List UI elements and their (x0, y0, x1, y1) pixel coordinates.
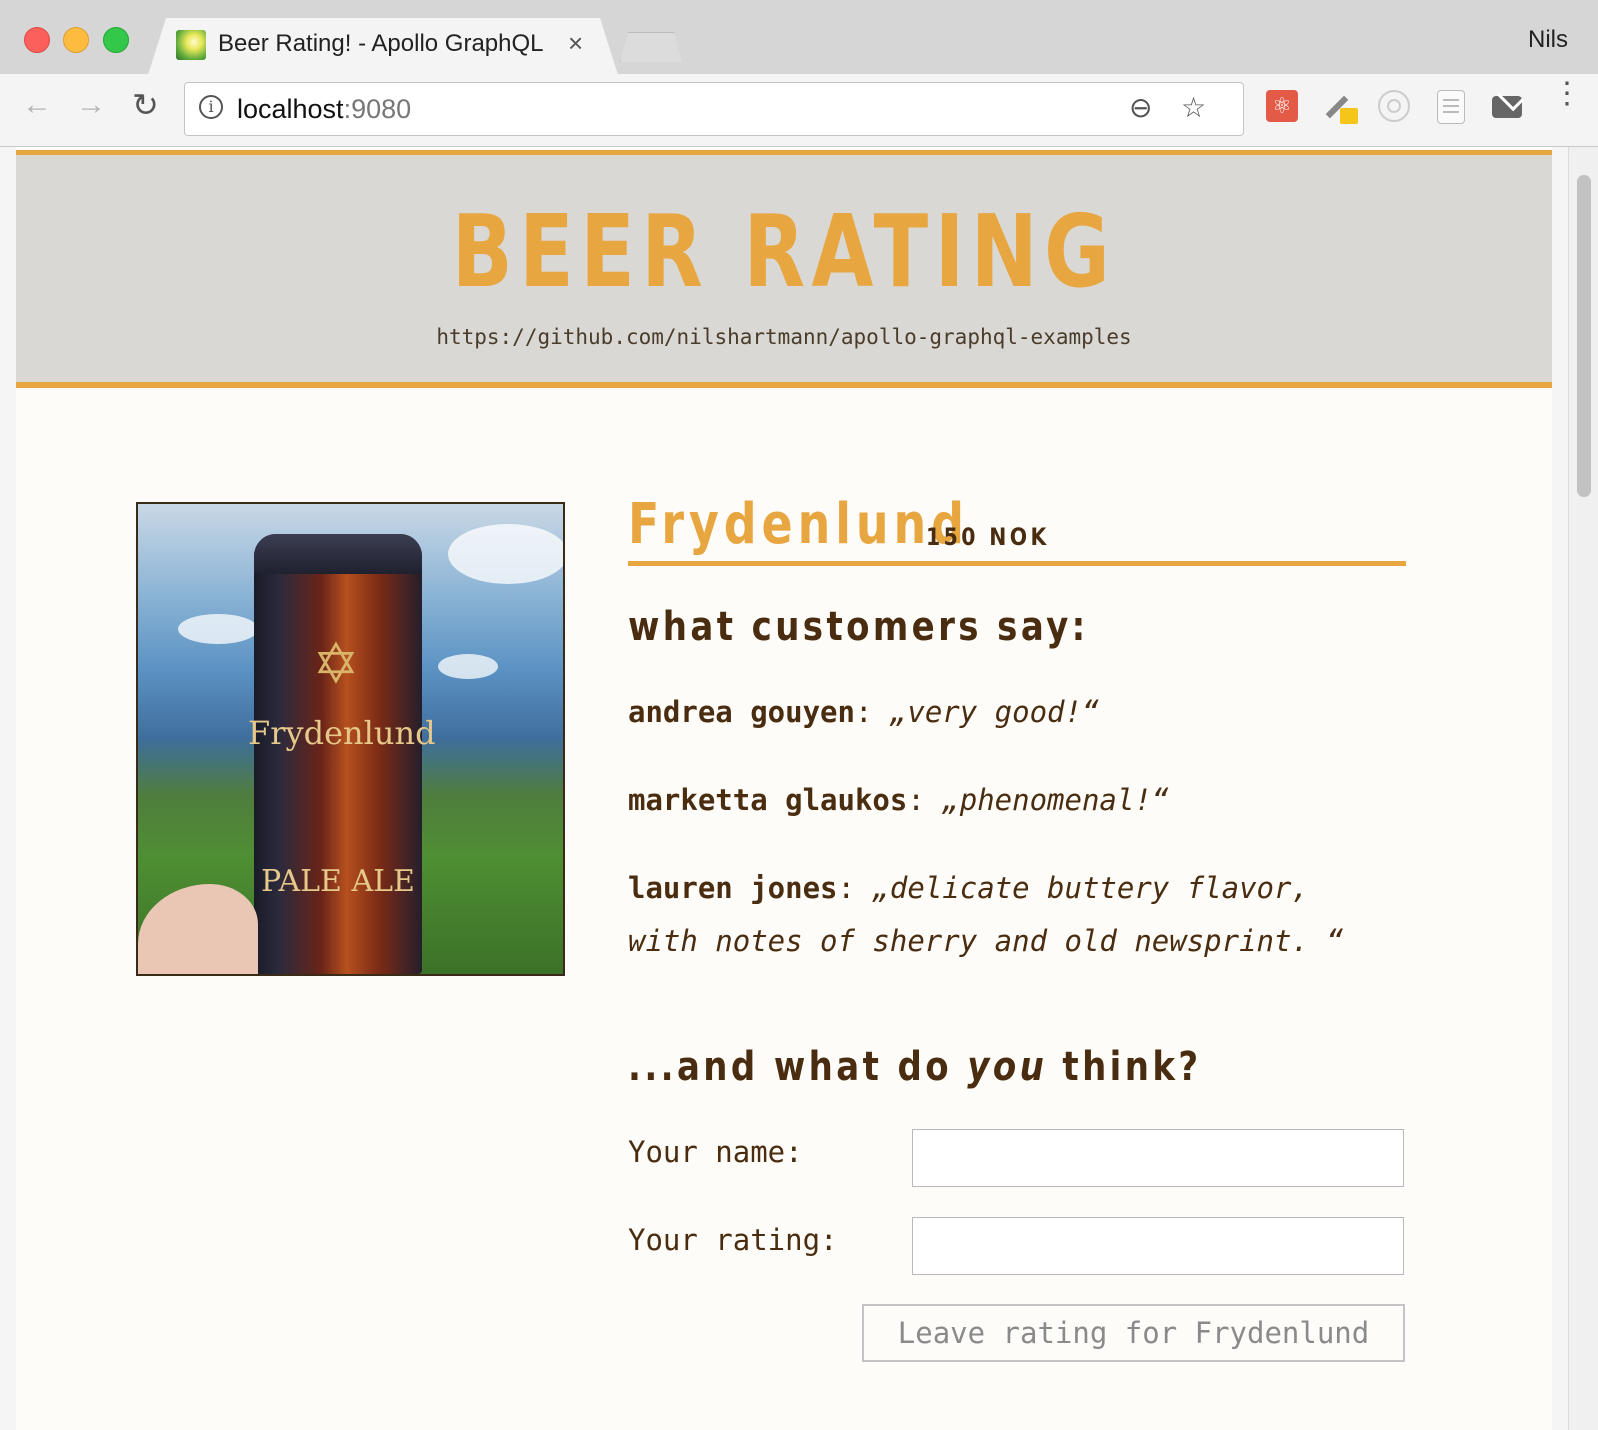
can-style-text: PALE ALE (261, 864, 415, 899)
browser-tab-active[interactable]: Beer Rating! - Apollo GraphQL × (148, 18, 618, 75)
tab-title: Beer Rating! - Apollo GraphQL (218, 30, 544, 57)
scrollbar-thumb[interactable] (1577, 175, 1591, 497)
rating-separator: : (837, 871, 873, 905)
bookmark-star-icon[interactable]: ☆ (1181, 91, 1206, 124)
zoom-icon[interactable]: ⊖ (1129, 91, 1152, 124)
form-heading: ...and what do you think? (628, 1044, 1201, 1090)
page-content: BEER RATING https://github.com/nilshartm… (16, 147, 1552, 1430)
favicon-icon (176, 30, 206, 60)
beer-can: ✡ Frydenlund PALE ALE (248, 534, 436, 974)
hand (138, 884, 258, 974)
browser-toolbar: ← → ↻ i localhost:9080 ⊖ ☆ ⚛ ⋮ (0, 74, 1598, 147)
react-devtools-icon[interactable]: ⚛ (1266, 90, 1298, 122)
title-divider (628, 561, 1406, 566)
site-info-icon[interactable]: i (199, 95, 223, 119)
notes-icon[interactable] (1437, 90, 1465, 124)
name-label: Your name: (628, 1135, 803, 1169)
rating-author: andrea gouyen (628, 695, 855, 729)
beer-price: 150 NOK (926, 523, 1050, 551)
url-host: localhost (237, 94, 344, 124)
profile-name[interactable]: Nils (1528, 26, 1568, 54)
vertical-scrollbar[interactable] (1568, 147, 1598, 1430)
can-emblem-icon: ✡ (312, 632, 360, 695)
photo-cloud (448, 524, 563, 584)
new-tab-button[interactable] (620, 32, 682, 62)
close-window-button[interactable] (24, 27, 50, 53)
ratings-heading: what customers say: (628, 604, 1089, 650)
rating-input[interactable] (912, 1217, 1404, 1275)
browser-titlebar: Beer Rating! - Apollo GraphQL × Nils (0, 0, 1598, 75)
beer-photo: ✡ Frydenlund PALE ALE (136, 502, 565, 976)
forward-arrow-icon[interactable]: → (76, 88, 106, 122)
rating-comment: „very good!“ (889, 695, 1100, 729)
form-heading-prefix: ...and what do (628, 1044, 968, 1090)
rating-item: andrea gouyen: „very good!“ (628, 686, 1388, 739)
rating-item: lauren jones: „delicate buttery flavor, … (628, 862, 1388, 968)
reload-icon[interactable]: ↻ (132, 86, 159, 124)
minimize-window-button[interactable] (63, 27, 89, 53)
back-arrow-icon[interactable]: ← (22, 88, 52, 122)
url-port: :9080 (343, 94, 412, 124)
rating-author: marketta glaukos (628, 783, 908, 817)
beer-name: Frydenlund (628, 492, 969, 557)
mail-icon[interactable] (1492, 96, 1522, 118)
leave-rating-button[interactable]: Leave rating for Frydenlund (862, 1304, 1405, 1362)
repo-link[interactable]: https://github.com/nilshartmann/apollo-g… (16, 325, 1552, 349)
maximize-window-button[interactable] (103, 27, 129, 53)
rating-label: Your rating: (628, 1223, 838, 1257)
target-icon[interactable] (1378, 90, 1410, 122)
photo-cloud (178, 614, 258, 644)
photo-cloud (438, 654, 498, 679)
rating-author: lauren jones (628, 871, 838, 905)
page-viewport: BEER RATING https://github.com/nilshartm… (0, 147, 1598, 1430)
browser-menu-icon[interactable]: ⋮ (1552, 79, 1582, 109)
name-input[interactable] (912, 1129, 1404, 1187)
rating-item: marketta glaukos: „phenomenal!“ (628, 774, 1388, 827)
tab-close-icon[interactable]: × (568, 28, 583, 59)
url-text[interactable]: localhost:9080 (237, 94, 411, 125)
rating-separator: : (854, 695, 890, 729)
can-brand-text: Frydenlund (248, 714, 436, 752)
rating-comment: „phenomenal!“ (942, 783, 1170, 817)
site-header: BEER RATING https://github.com/nilshartm… (16, 150, 1552, 388)
rating-separator: : (907, 783, 943, 817)
address-bar[interactable]: i localhost:9080 ⊖ ☆ (184, 82, 1244, 136)
can-lid (254, 534, 422, 574)
form-heading-emphasis: you (967, 1044, 1048, 1090)
form-heading-suffix: think? (1047, 1044, 1202, 1090)
color-picker-icon[interactable] (1322, 90, 1358, 124)
site-title: BEER RATING (451, 193, 1117, 310)
